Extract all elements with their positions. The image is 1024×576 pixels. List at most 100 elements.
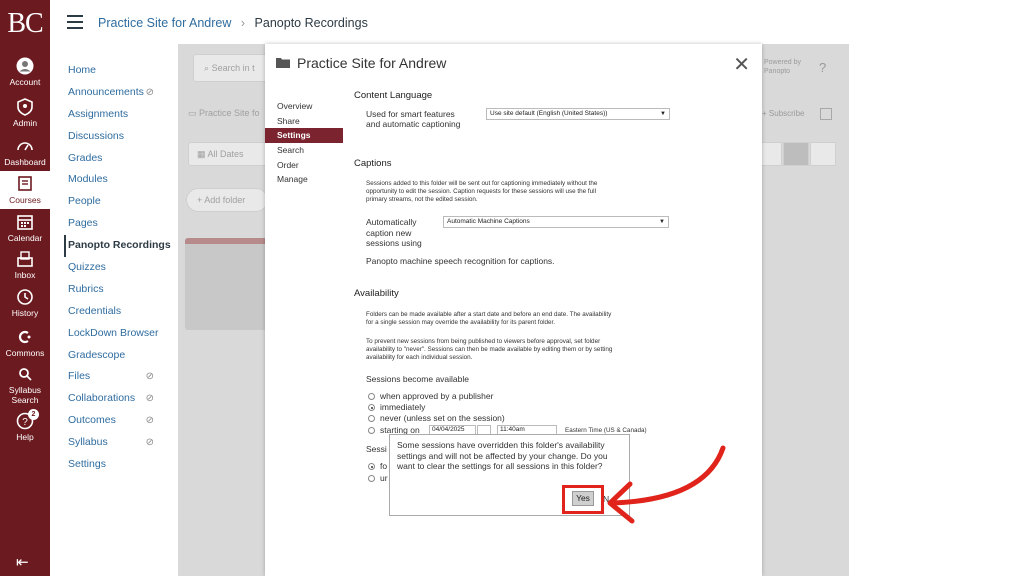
background-add-folder: + Add folder (186, 188, 268, 212)
nav-calendar[interactable]: Calendar (0, 213, 50, 243)
annotation-arrow-icon (607, 445, 726, 524)
radio-circle-icon (368, 427, 375, 434)
nav-history[interactable]: History (0, 288, 50, 318)
background-add-folder-text: Add folder (204, 195, 246, 205)
hamburger-menu-icon[interactable] (67, 15, 83, 29)
availability-desc2-3: availability for each individual session… (366, 354, 473, 361)
modal-tab-share[interactable]: Share (265, 114, 343, 129)
background-view-detail-icon (783, 142, 809, 166)
course-nav-label: Rubrics (68, 282, 104, 295)
captions-label-2: caption new (366, 227, 412, 238)
modal-title: Practice Site for Andrew (297, 55, 447, 71)
radio-when-approved-label: when approved by a publisher (380, 391, 494, 401)
nav-commons[interactable]: Commons (0, 328, 50, 358)
confirm-message: Some sessions have overridden this folde… (397, 440, 608, 471)
nav-syllabus-search[interactable]: Syllabus Search (0, 365, 50, 405)
course-nav-item[interactable]: Settings (64, 454, 176, 476)
captions-desc-1: Sessions added to this folder will be se… (366, 180, 598, 187)
nav-calendar-label: Calendar (7, 233, 43, 243)
powered-by-line1: Powered by (764, 59, 801, 66)
course-nav-label: Panopto Recordings (68, 239, 171, 252)
radio-until-partial[interactable]: ur (368, 473, 388, 483)
nav-courses[interactable]: Courses (0, 171, 50, 209)
nav-inbox-label: Inbox (14, 270, 36, 280)
background-view-list-icon (810, 142, 836, 166)
content-language-label: Used for smart features and automatic ca… (366, 109, 461, 129)
modal-nav: Overview Share Settings Search Order Manage (265, 99, 343, 187)
radio-immediately[interactable]: immediately (368, 402, 425, 412)
modal-tab-search[interactable]: Search (265, 143, 343, 158)
radio-circle-icon (368, 393, 375, 400)
modal-tab-manage[interactable]: Manage (265, 172, 343, 187)
nav-admin[interactable]: Admin (0, 98, 50, 128)
course-nav-item[interactable]: Quizzes (64, 257, 176, 279)
courses-icon (18, 176, 32, 191)
course-nav-label: Discussions (68, 129, 125, 142)
screen: BC Account Admin Dashboard Courses Calen… (0, 0, 1024, 576)
chevron-down-icon: ▼ (659, 219, 665, 225)
radio-circle-icon (368, 475, 375, 482)
background-search: ⌕ Search in t (193, 54, 273, 82)
course-nav-item[interactable]: People (64, 191, 176, 213)
radio-never[interactable]: never (unless set on the session) (368, 413, 505, 423)
global-nav: BC Account Admin Dashboard Courses Calen… (0, 0, 50, 576)
course-nav-item[interactable]: Files ⊘ (64, 366, 176, 388)
modal-tab-overview[interactable]: Overview (265, 99, 343, 114)
background-search-icon: ⌕ (204, 63, 210, 73)
availability-description-2: To prevent new sessions from being publi… (366, 338, 666, 362)
radio-when-approved[interactable]: when approved by a publisher (368, 391, 493, 401)
captions-desc-3: primary streams, not the edited session. (366, 196, 478, 203)
hidden-eye-icon: ⊘ (145, 437, 154, 449)
course-nav-item[interactable]: Outcomes ⊘ (64, 410, 176, 432)
course-nav-item[interactable]: Pages (64, 213, 176, 235)
modal-tab-order[interactable]: Order (265, 158, 343, 173)
close-icon[interactable]: ✕ (733, 55, 750, 75)
breadcrumb-separator: › (240, 16, 246, 30)
course-nav-item[interactable]: Collaborations ⊘ (64, 388, 176, 410)
help-badge: 2 (28, 409, 39, 420)
nav-help[interactable]: ? 2 Help (0, 409, 50, 442)
nav-syllabus-label-1: Syllabus (8, 385, 42, 395)
powered-by: Powered by Panopto (764, 58, 801, 76)
collapse-nav-icon[interactable]: ⇤ (16, 553, 29, 571)
commons-icon (18, 330, 31, 344)
breadcrumb-course[interactable]: Practice Site for Andrew (98, 16, 231, 30)
nav-inbox[interactable]: Inbox (0, 250, 50, 280)
content-language-select[interactable]: Use site default (English (United States… (486, 108, 670, 120)
captions-label: Automatically caption new sessions using (366, 217, 422, 249)
course-nav-item[interactable]: Panopto Recordings (64, 235, 176, 258)
nav-courses-label: Courses (9, 195, 41, 205)
background-date-text: All Dates (207, 149, 244, 159)
background-session-thumbnail (185, 238, 267, 330)
availability-description-1: Folders can be made available after a st… (366, 311, 666, 327)
course-nav-item[interactable]: LockDown Browser (64, 323, 176, 345)
course-nav-label: Assignments (68, 107, 129, 120)
course-nav-item[interactable]: Assignments (64, 104, 176, 126)
course-nav-item[interactable]: Discussions (64, 126, 176, 148)
background-search-text: Search in t (211, 63, 255, 73)
nav-dashboard[interactable]: Dashboard (0, 137, 50, 167)
modal-tab-settings[interactable]: Settings (265, 128, 343, 144)
account-icon (16, 57, 34, 75)
course-nav-item[interactable]: Rubrics (64, 279, 176, 301)
nav-admin-label: Admin (12, 118, 38, 128)
background-subscribe-text: Subscribe (768, 109, 805, 118)
course-nav-item[interactable]: Gradescope (64, 345, 176, 367)
course-nav-item[interactable]: Credentials (64, 301, 176, 323)
course-nav-item[interactable]: Syllabus ⊘ (64, 432, 176, 454)
admin-icon (17, 98, 33, 116)
course-nav-item[interactable]: Modules (64, 169, 176, 191)
inbox-icon (17, 251, 33, 267)
background-folder-text: Practice Site fo (199, 108, 260, 118)
course-nav-item[interactable]: Announcements ⊘ (64, 82, 176, 104)
radio-forever-partial[interactable]: fo (368, 461, 387, 471)
institution-logo[interactable]: BC (0, 8, 50, 40)
course-nav-label: Modules (68, 173, 108, 186)
captions-select[interactable]: Automatic Machine Captions ▼ (443, 216, 669, 228)
captions-value: Automatic Machine Captions (447, 218, 530, 225)
course-nav-item[interactable]: Grades (64, 148, 176, 170)
nav-account[interactable]: Account (0, 57, 50, 87)
course-nav-item[interactable]: Home (64, 60, 176, 82)
course-nav-label: Credentials (68, 304, 122, 317)
folder-icon (276, 58, 290, 68)
